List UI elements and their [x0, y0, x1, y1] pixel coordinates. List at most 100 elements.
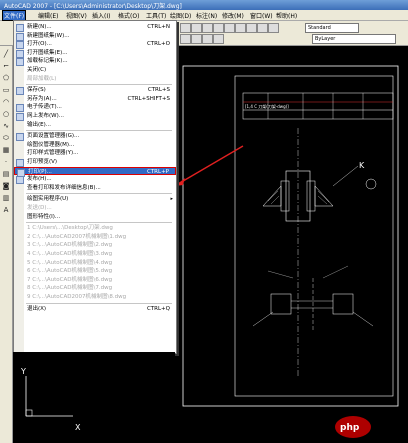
menu-item-label: 查看打印和发布详细信息(B)... — [27, 184, 101, 191]
table-tool-icon[interactable]: ▥ — [2, 194, 10, 202]
menu-separator — [26, 302, 172, 304]
region-tool-icon[interactable]: ◙ — [2, 182, 10, 190]
menu-item[interactable]: 查看打印和发布详细信息(B)... — [14, 184, 176, 192]
menu-item-label: 打印样式管理器(Y)... — [27, 150, 79, 157]
menu-item[interactable]: 退出(X) CTRL+Q — [14, 305, 176, 313]
toolbar-button[interactable] — [180, 23, 191, 33]
menu-item-shortcut: CTRL+SHIFT+S — [127, 95, 170, 102]
menu-help[interactable]: 帮助(H) — [276, 11, 297, 20]
toolbar-button[interactable] — [257, 23, 268, 33]
menu-view[interactable]: 视图(V) — [66, 11, 87, 20]
menu-item[interactable]: 加载标记集(K)... — [14, 57, 176, 67]
lower-right-part — [332, 293, 354, 315]
menu-item[interactable]: 输出(E)... — [14, 121, 176, 129]
menu-item[interactable]: 打印样式管理器(Y)... — [14, 149, 176, 157]
menu-separator — [26, 130, 172, 132]
menu-item-label: 发送(D)... — [27, 205, 52, 211]
ellipse-tool-icon[interactable]: ⬭ — [2, 134, 10, 142]
ucs-y-label: Y — [20, 367, 26, 376]
menu-item-label: 新建(N)... — [27, 24, 52, 30]
menu-item-label: 加载标记集(K)... — [27, 58, 68, 65]
toolbar-button[interactable] — [202, 34, 213, 44]
menu-item[interactable]: 页面设置管理器(G)... — [14, 132, 176, 142]
menu-item[interactable]: 网上发布(W)... — [14, 112, 176, 121]
spline-tool-icon[interactable]: ∿ — [2, 122, 10, 130]
layer-combo[interactable]: ByLayer — [312, 34, 396, 44]
menu-item-label: 8 C:\...\AutoCAD机械制图\7.dwg — [27, 285, 113, 292]
toolbar-button[interactable] — [213, 34, 224, 44]
polygon-tool-icon[interactable]: ⬠ — [2, 74, 10, 82]
rectangle-tool-icon[interactable]: ▭ — [2, 86, 10, 94]
toolbar-button[interactable] — [202, 23, 213, 33]
menu-item-shortcut: CTRL+N — [147, 24, 170, 30]
polyline-tool-icon[interactable]: ⌐ — [2, 62, 10, 70]
menu-item-label: 9 C:\...\AutoCAD2007机械制图\8.dwg — [27, 294, 127, 300]
menu-item-label: 新建图纸集(W)... — [27, 32, 70, 39]
menu-item[interactable]: 另存为(A)... CTRL+SHIFT+S — [14, 95, 176, 103]
menu-item-label: 页面设置管理器(G)... — [27, 133, 80, 140]
title-block-text: [1,4 C 刀架(刀架-dwg)] — [245, 103, 289, 109]
menu-item[interactable]: 关闭(C) — [14, 66, 176, 74]
menu-item-label: 打开图纸集(E)... — [27, 49, 68, 56]
toolbar-button[interactable] — [235, 23, 246, 33]
menu-tools[interactable]: 工具(T) — [146, 11, 166, 20]
toolbar-button[interactable] — [246, 23, 257, 33]
menu-item-label: 打印预览(V) — [27, 159, 58, 165]
ucs-x-label: X — [75, 423, 81, 432]
menu-item[interactable]: 保存(S) CTRL+S — [14, 86, 176, 96]
detail-label-k: K — [359, 161, 365, 170]
menu-item: 9 C:\...\AutoCAD2007机械制图\8.dwg — [14, 293, 176, 301]
menu-item[interactable]: 图形特性(I)... — [14, 213, 176, 221]
menu-modify[interactable]: 修改(M) — [222, 11, 244, 20]
menu-item-print[interactable]: 打印(P)... CTRL+P — [14, 166, 176, 177]
point-tool-icon[interactable]: · — [2, 158, 10, 166]
toolbar-button[interactable] — [191, 23, 202, 33]
menu-item-shortcut: CTRL+O — [146, 41, 170, 48]
circle-tool-icon[interactable]: ○ — [2, 110, 10, 118]
toolbar-button[interactable] — [191, 34, 202, 44]
menu-format[interactable]: 格式(O) — [118, 11, 139, 20]
menu-item-label: 网上发布(W)... — [27, 113, 64, 119]
menu-item-label: 5 C:\...\AutoCAD机械制图\4.dwg — [27, 259, 113, 266]
menu-item[interactable]: 新建(N)... CTRL+N — [14, 23, 176, 32]
menu-insert[interactable]: 插入(I) — [92, 11, 110, 20]
arc-tool-icon[interactable]: ◠ — [2, 98, 10, 106]
menu-item[interactable]: 打印预览(V) — [14, 158, 176, 167]
menu-item-label: 退出(X) — [27, 305, 47, 312]
menu-item-label: 1 C:\Users\...\Desktop\刀架.dwg — [27, 225, 113, 232]
menu-item[interactable]: 打开图纸集(E)... — [14, 49, 176, 58]
menu-item[interactable]: 绘图仪管理器(M)... — [14, 141, 176, 149]
menu-item-label: 发布(H)... — [27, 176, 52, 183]
menu-item-label: 保存(S) — [27, 87, 46, 94]
menu-item-label: 绘图仪管理器(M)... — [27, 141, 75, 148]
menu-edit[interactable]: 编辑(E) — [38, 11, 58, 20]
menu-dimension[interactable]: 标注(N) — [196, 11, 217, 20]
menu-item[interactable]: 电子传递(T)... — [14, 103, 176, 113]
menu-item: 3 C:\...\AutoCAD机械制图\2.dwg — [14, 241, 176, 249]
block-tool-icon[interactable]: ▦ — [2, 146, 10, 154]
menu-separator — [26, 222, 172, 224]
menu-item[interactable]: 新建图纸集(W)... — [14, 32, 176, 41]
menu-item-label: 2 C:\...\AutoCAD2007机械制图\1.dwg — [27, 233, 127, 240]
toolbar-button[interactable] — [268, 23, 279, 33]
menu-item-label: 电子传递(T)... — [27, 104, 62, 111]
text-style-combo[interactable]: Standard — [305, 23, 359, 33]
toolbar-button[interactable] — [180, 34, 191, 44]
menu-item-label: 图形特性(I)... — [27, 213, 61, 220]
menu-item-shortcut: CTRL+S — [147, 87, 170, 94]
menu-item: 7 C:\...\AutoCAD机械制图\6.dwg — [14, 276, 176, 284]
menu-item[interactable]: 发布(H)... — [14, 175, 176, 185]
menu-draw[interactable]: 绘图(D) — [170, 11, 191, 20]
menu-item-label: 输出(E)... — [27, 121, 52, 128]
hatch-tool-icon[interactable]: ▤ — [2, 170, 10, 178]
menu-window[interactable]: 窗口(W) — [250, 11, 273, 20]
menu-item[interactable]: 绘图实用程序(U) ▸ — [14, 195, 176, 203]
menu-separator — [26, 84, 172, 86]
text-tool-icon[interactable]: A — [2, 206, 10, 214]
menu-item-label: 7 C:\...\AutoCAD机械制图\6.dwg — [27, 276, 113, 283]
toolbar-button[interactable] — [213, 23, 224, 33]
line-tool-icon[interactable]: ╱ — [2, 50, 10, 58]
menu-item-label: 6 C:\...\AutoCAD机械制图\5.dwg — [27, 268, 113, 275]
menu-item[interactable]: 打开(O)... CTRL+O — [14, 40, 176, 50]
toolbar-button[interactable] — [224, 23, 235, 33]
